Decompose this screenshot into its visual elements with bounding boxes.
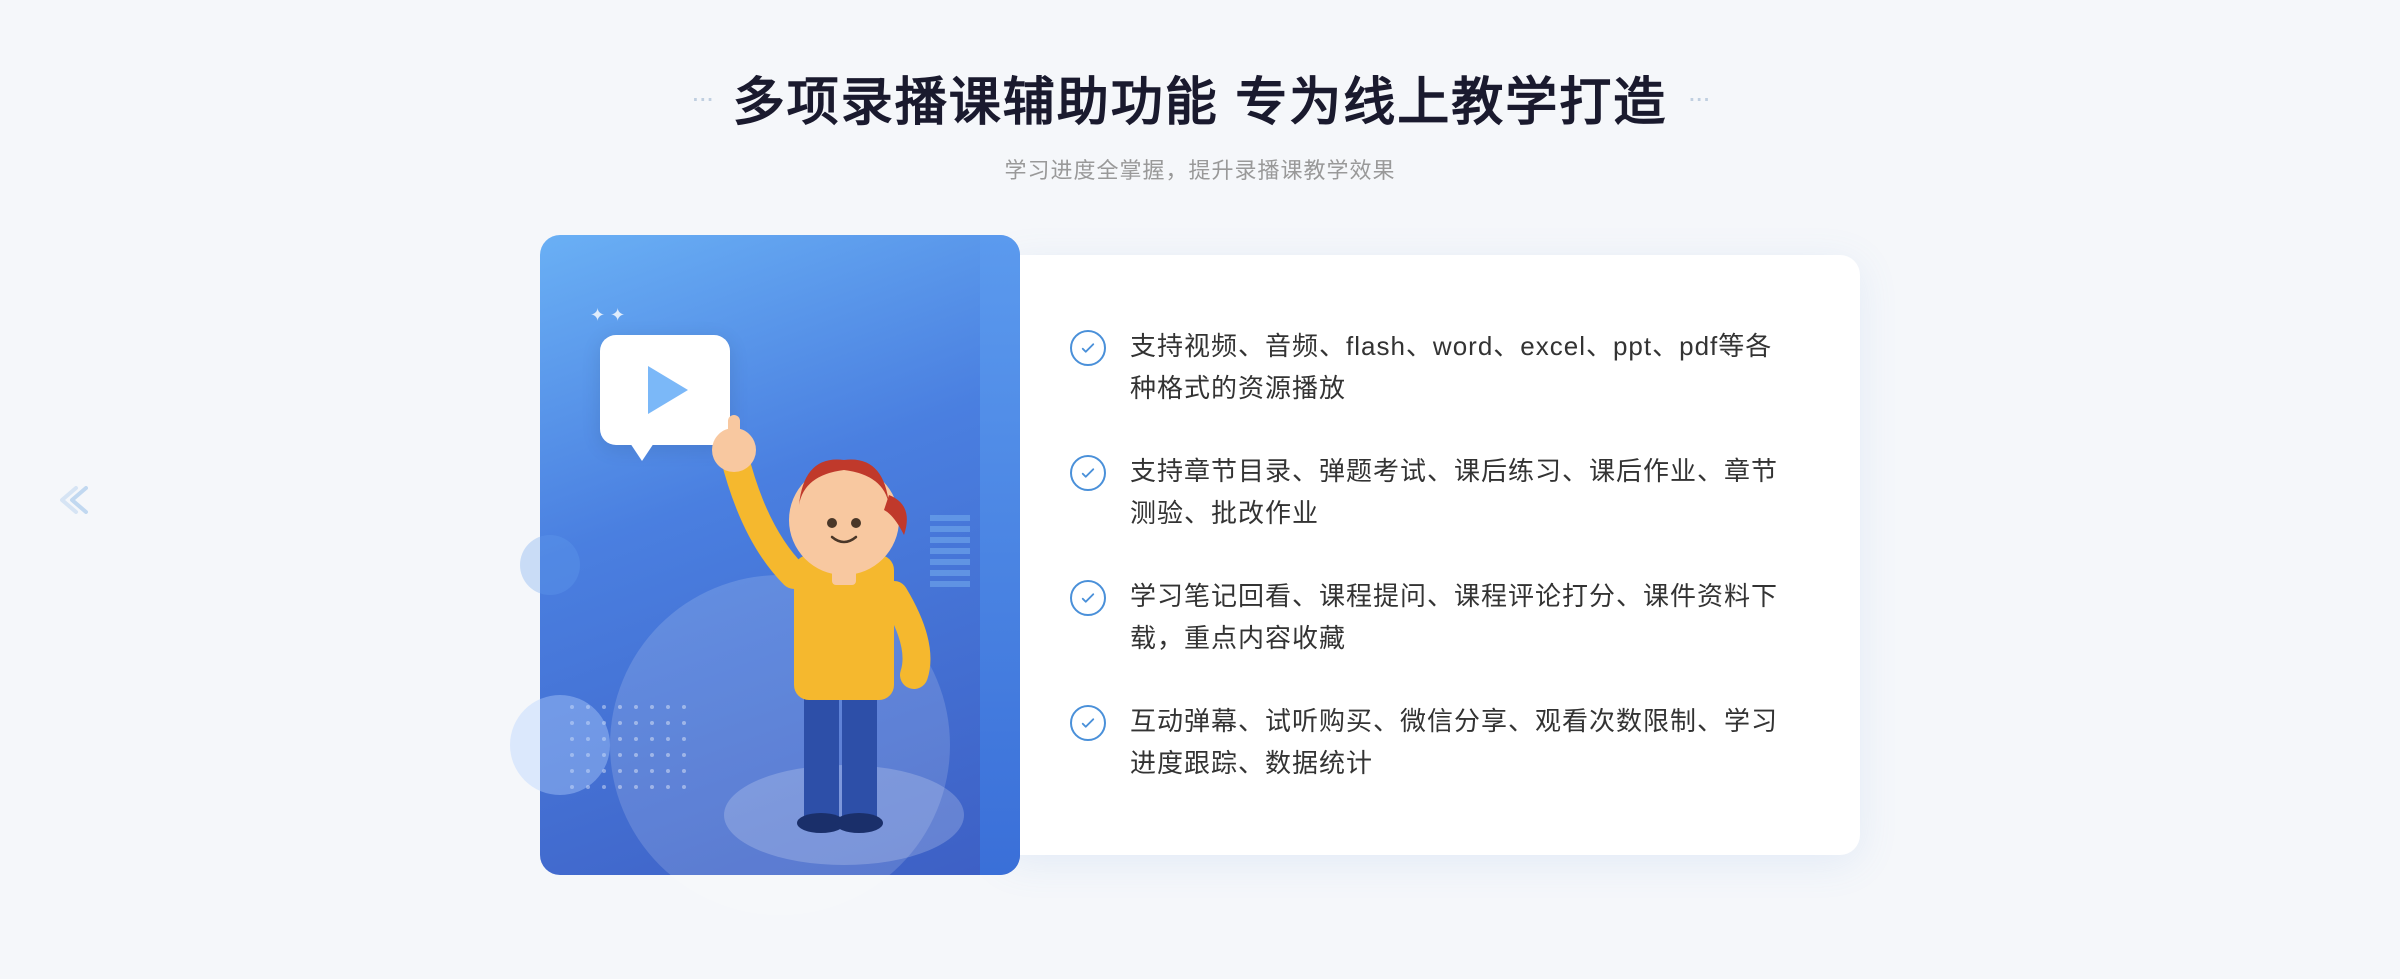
figure-illustration (684, 355, 1004, 875)
page-wrapper: ··· 多项录播课辅助功能 专为线上教学打造 ··· 学习进度全掌握，提升录播课… (0, 0, 2400, 974)
feature-item-1: 支持视频、音频、flash、word、excel、ppt、pdf等各种格式的资源… (1070, 318, 1790, 417)
feature-text-3: 学习笔记回看、课程提问、课程评论打分、课件资料下载，重点内容收藏 (1130, 576, 1790, 659)
play-icon (648, 366, 688, 414)
check-icon-1 (1070, 330, 1106, 366)
check-icon-4 (1070, 705, 1106, 741)
features-panel: 支持视频、音频、flash、word、excel、ppt、pdf等各种格式的资源… (1000, 255, 1860, 855)
feature-item-4: 互动弹幕、试听购买、微信分享、观看次数限制、学习进度跟踪、数据统计 (1070, 693, 1790, 792)
feature-text-2: 支持章节目录、弹题考试、课后练习、课后作业、章节测验、批改作业 (1130, 451, 1790, 534)
check-icon-2 (1070, 455, 1106, 491)
page-subtitle: 学习进度全掌握，提升录播课教学效果 (691, 153, 1709, 185)
header-section: ··· 多项录播课辅助功能 专为线上教学打造 ··· 学习进度全掌握，提升录播课… (691, 0, 1709, 205)
stars-decoration: ✦ ✦ (590, 305, 625, 326)
features-list: 支持视频、音频、flash、word、excel、ppt、pdf等各种格式的资源… (1070, 305, 1790, 805)
feature-text-1: 支持视频、音频、flash、word、excel、ppt、pdf等各种格式的资源… (1130, 326, 1790, 409)
feature-text-4: 互动弹幕、试听购买、微信分享、观看次数限制、学习进度跟踪、数据统计 (1130, 701, 1790, 784)
right-decorator: ··· (1687, 82, 1709, 114)
feature-item-2: 支持章节目录、弹题考试、课后练习、课后作业、章节测验、批改作业 (1070, 443, 1790, 542)
illustration-card: ✦ ✦ (540, 235, 1020, 875)
check-icon-3 (1070, 580, 1106, 616)
header-title-row: ··· 多项录播课辅助功能 专为线上教学打造 ··· (691, 60, 1709, 135)
left-decorator: ··· (691, 82, 713, 114)
main-content: ✦ ✦ (500, 235, 1900, 875)
circle-decoration-2 (520, 535, 580, 595)
feature-item-3: 学习笔记回看、课程提问、课程评论打分、课件资料下载，重点内容收藏 (1070, 568, 1790, 667)
circle-decoration-1 (510, 695, 610, 795)
page-title: 多项录播课辅助功能 专为线上教学打造 (733, 60, 1667, 135)
chevron-left-icon (58, 480, 98, 529)
